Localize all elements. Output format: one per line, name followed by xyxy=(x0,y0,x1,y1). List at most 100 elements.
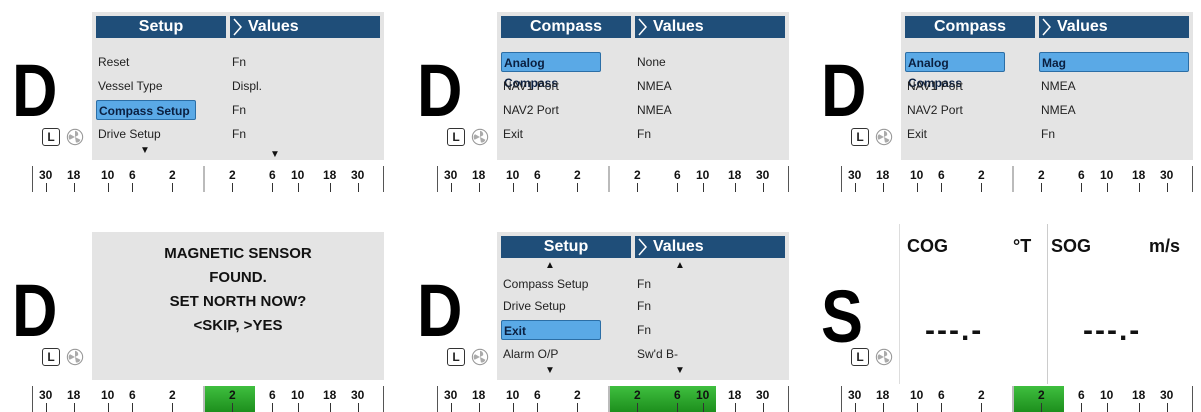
scale-label: 2 xyxy=(229,388,236,402)
menu-header-compass[interactable]: Compass xyxy=(905,16,1035,38)
scale-label: 18 xyxy=(728,388,742,402)
fan-icon[interactable] xyxy=(875,128,893,146)
menu-header-values[interactable]: Values xyxy=(635,236,785,258)
up-arrow-icon: ▲ xyxy=(675,260,685,271)
scale-tick xyxy=(763,403,764,412)
lock-button[interactable]: L xyxy=(851,128,869,146)
scale-tick xyxy=(703,183,704,192)
scale-tick xyxy=(1041,183,1042,192)
fan-icon[interactable] xyxy=(66,348,84,366)
scale-tick xyxy=(272,403,273,412)
fan-icon[interactable] xyxy=(875,348,893,366)
scale-label: 6 xyxy=(129,168,136,182)
rudder-scale: 30 18 10 6 2 2 6 10 18 30 xyxy=(841,166,1193,192)
scale-tick xyxy=(1167,403,1168,412)
menu-row-nav2-port[interactable]: NAV2 Port NMEA xyxy=(501,100,785,120)
menu-row-nav1-port[interactable]: NAV1 Port NMEA xyxy=(501,76,785,96)
lock-button[interactable]: L xyxy=(42,348,60,366)
lock-button[interactable]: L xyxy=(447,348,465,366)
scale-label: 6 xyxy=(1078,168,1085,182)
menu-row-exit[interactable]: Exit Fn xyxy=(501,320,785,340)
menu-row-nav1-port[interactable]: NAV1 Port NMEA xyxy=(905,76,1189,96)
scale-tick xyxy=(677,403,678,412)
scale-tick xyxy=(637,183,638,192)
chevron-right-icon xyxy=(638,238,647,256)
sog-label: SOG xyxy=(1051,236,1092,256)
scale-label: 18 xyxy=(323,388,337,402)
scale-label: 2 xyxy=(1038,388,1045,402)
panel-compass-1: D L Compass Values Analog Compass None NA… xyxy=(413,4,791,192)
menu-row-drive-setup[interactable]: Drive Setup Fn xyxy=(96,124,380,144)
scale-tick xyxy=(981,183,982,192)
scale-label: 2 xyxy=(574,168,581,182)
menu-row-analog-compass[interactable]: Analog Compass None xyxy=(501,52,785,90)
scale-tick xyxy=(855,183,856,192)
scale-label: 6 xyxy=(534,168,541,182)
scale-label: 6 xyxy=(534,388,541,402)
scale-label: 2 xyxy=(1038,168,1045,182)
menu-header-compass[interactable]: Compass xyxy=(501,16,631,38)
menu-row-drive-setup[interactable]: Drive Setup Fn xyxy=(501,296,785,316)
scale-tick xyxy=(1041,403,1042,412)
scale-label: 10 xyxy=(1100,388,1114,402)
scale-tick xyxy=(330,183,331,192)
scale-label: 10 xyxy=(1100,168,1114,182)
cog-value: ---.- xyxy=(925,314,984,347)
rudder-scale: 30 18 10 6 2 2 6 10 18 30 xyxy=(437,386,789,412)
scale-tick xyxy=(941,183,942,192)
scale-label: 18 xyxy=(472,388,486,402)
scale-tick xyxy=(1167,183,1168,192)
menu-row-exit[interactable]: Exit Fn xyxy=(501,124,785,144)
menu-row-analog-compass[interactable]: Analog Compass Mag xyxy=(905,52,1189,90)
rudder-scale: 30 18 10 6 2 2 6 10 18 30 xyxy=(32,386,384,412)
menu-header-values[interactable]: Values xyxy=(1039,16,1189,38)
mode-letter: D xyxy=(12,269,58,352)
menu-row-exit[interactable]: Exit Fn xyxy=(905,124,1189,144)
menu-row-compass-setup[interactable]: Compass Setup Fn xyxy=(501,274,785,294)
fan-icon[interactable] xyxy=(471,128,489,146)
menu-header-setup[interactable]: Setup xyxy=(96,16,226,38)
menu-row-reset[interactable]: Reset Fn xyxy=(96,52,380,72)
sog-unit: m/s xyxy=(1149,236,1181,256)
menu-row-nav2-port[interactable]: NAV2 Port NMEA xyxy=(905,100,1189,120)
mode-letter: S xyxy=(821,275,863,358)
scale-label: 18 xyxy=(323,168,337,182)
scale-label: 6 xyxy=(269,168,276,182)
scale-tick xyxy=(1139,183,1140,192)
scale-label: 18 xyxy=(876,168,890,182)
scale-label: 2 xyxy=(634,168,641,182)
cog-unit: °T xyxy=(1013,236,1032,256)
scale-tick xyxy=(358,403,359,412)
scale-label: 10 xyxy=(291,168,305,182)
menu-header-setup[interactable]: Setup xyxy=(501,236,631,258)
scale-tick xyxy=(513,183,514,192)
scale-label: 18 xyxy=(1132,388,1146,402)
menu-row-compass-setup[interactable]: Compass Setup Fn xyxy=(96,100,380,120)
scale-label: 30 xyxy=(39,168,53,182)
lock-button[interactable]: L xyxy=(851,348,869,366)
cog-sog-display: COG °T SOG m/s ---.- ---.- xyxy=(901,224,1195,384)
scale-label: 10 xyxy=(696,168,710,182)
scale-label: 2 xyxy=(978,168,985,182)
scale-tick xyxy=(1107,183,1108,192)
chevron-right-icon xyxy=(1042,18,1051,36)
scale-label: 10 xyxy=(506,388,520,402)
fan-icon[interactable] xyxy=(471,348,489,366)
mode-letter: D xyxy=(417,269,463,352)
fan-icon[interactable] xyxy=(66,128,84,146)
down-arrow-icon: ▼ xyxy=(545,365,555,376)
scale-tick xyxy=(1081,403,1082,412)
menu-header-values[interactable]: Values xyxy=(230,16,380,38)
menu-row-vessel-type[interactable]: Vessel Type Displ. xyxy=(96,76,380,96)
menu-header-values[interactable]: Values xyxy=(635,16,785,38)
scale-label: 10 xyxy=(101,388,115,402)
lock-button[interactable]: L xyxy=(447,128,465,146)
scale-tick xyxy=(513,403,514,412)
menu-row-alarm-op[interactable]: Alarm O/P Sw'd B- xyxy=(501,344,785,364)
scale-tick xyxy=(577,183,578,192)
setup-menu: Setup Values Reset Fn Vessel Type Displ. C… xyxy=(92,12,384,160)
lock-button[interactable]: L xyxy=(42,128,60,146)
scale-label: 10 xyxy=(910,168,924,182)
down-arrow-icon: ▼ xyxy=(270,149,280,160)
scale-label: 10 xyxy=(696,388,710,402)
